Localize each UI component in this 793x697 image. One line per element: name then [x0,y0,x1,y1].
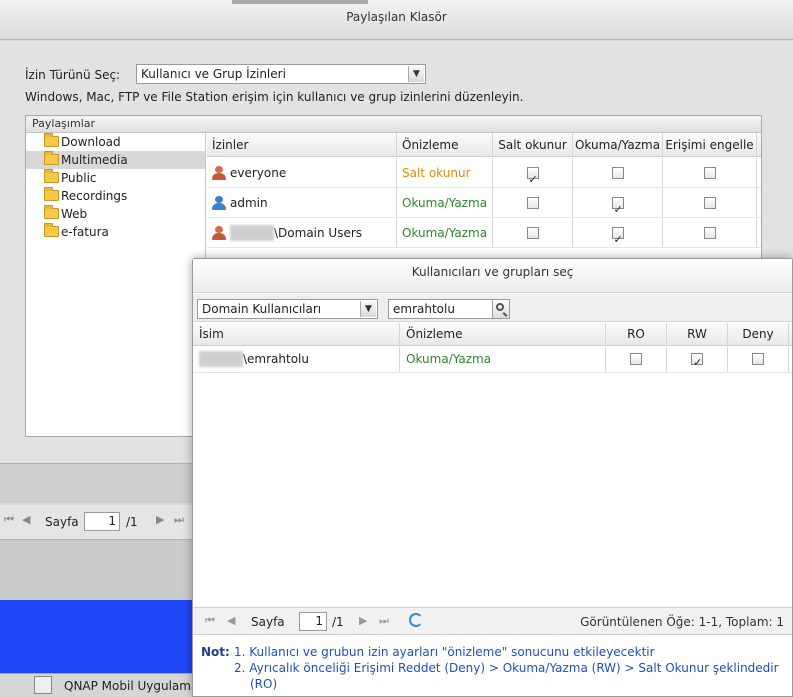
tree-item-multimedia[interactable]: Multimedia [26,151,205,169]
rw-checkbox[interactable] [611,195,624,225]
table-row[interactable]: \emrahtolu Okuma/Yazma [193,347,792,375]
modal-grid-body [193,347,792,607]
search-button[interactable] [493,299,510,319]
modal-toolbar: Domain Kullanıcıları ▼ emrahtolu [193,294,792,322]
group-icon [212,166,226,180]
deny-checkbox[interactable] [703,197,716,209]
next-page-icon[interactable]: ▶ [359,614,367,627]
app-icon [34,676,52,694]
tree-item-recordings[interactable]: Recordings [26,187,205,205]
redacted-domain [230,225,274,241]
page-input[interactable]: 1 [84,512,120,531]
last-page-icon[interactable]: ⏭ [174,513,184,527]
user-icon [212,196,226,210]
modal-pager: ⏮ ◀ Sayfa 1 /1 ▶ ⏭ Görüntülenen Öğe: 1-1… [193,607,792,635]
ro-checkbox[interactable] [630,353,642,365]
col-header-read-write[interactable]: Okuma/Yazma [573,133,663,156]
search-icon [496,303,504,311]
deny-checkbox[interactable] [703,227,716,239]
folder-icon [44,187,59,201]
page-total: /1 [332,615,344,629]
col-header-rw[interactable]: RW [667,323,728,345]
page-total: /1 [126,515,138,529]
title-tab-hint [232,0,368,4]
folder-icon [44,205,59,219]
deny-checkbox[interactable] [703,167,716,179]
taskbar-app-label: QNAP Mobil Uygulama [64,679,199,693]
col-header-permissions[interactable]: İzinler [207,133,397,156]
description-text: Windows, Mac, FTP ve File Station erişim… [25,90,524,104]
col-header-preview[interactable]: Önizleme [397,133,493,156]
row-name: everyone [230,166,287,180]
row-preview: Okuma/Yazma [397,188,493,217]
row-name: \Domain Users [274,226,363,240]
tree-item-e-fatura[interactable]: e-fatura [26,223,205,241]
ro-checkbox[interactable] [526,197,539,209]
search-input[interactable]: emrahtolu [388,299,493,319]
col-header-name[interactable]: İsim [193,323,400,345]
modal-grid-header: İsim Önizleme RO RW Deny [193,323,792,346]
domain-select-value: Domain Kullanıcıları [202,302,322,316]
rw-checkbox[interactable] [611,167,624,179]
row-name: admin [230,196,268,210]
tree-item-public[interactable]: Public [26,169,205,187]
perm-type-value: Kullanıcı ve Grup İzinleri [141,67,286,81]
rw-checkbox[interactable] [611,225,624,255]
folder-icon [44,151,59,165]
prev-page-icon[interactable]: ◀ [227,614,235,627]
table-row[interactable]: \Domain Users Okuma/Yazma [207,218,761,255]
note-line: 2. Ayrıcalık önceliği Erişimi Reddet (De… [234,661,779,675]
col-header-read-only[interactable]: Salt okunur [493,133,573,156]
note-label: Not: [201,645,230,659]
first-page-icon[interactable]: ⏮ [205,614,215,628]
chevron-down-icon[interactable]: ▼ [360,301,376,317]
dialog-title-bar: Paylaşılan Klasör [0,0,793,40]
perm-type-select[interactable]: Kullanıcı ve Grup İzinleri ▼ [136,64,426,84]
refresh-icon[interactable] [409,613,423,627]
row-preview: Okuma/Yazma [397,218,493,247]
dialog-title: Paylaşılan Klasör [346,10,447,24]
share-tree: Download Multimedia Public Recordings We… [26,133,206,436]
perm-type-label: İzin Türünü Seç: [25,68,121,82]
col-header-preview[interactable]: Önizleme [400,323,606,345]
row-name: \emrahtolu [243,352,309,366]
page-input[interactable]: 1 [299,612,327,631]
rw-checkbox[interactable] [691,351,703,375]
group-icon [212,226,226,240]
modal-title: Kullanıcıları ve grupları seç [193,259,792,293]
pager-summary: Görüntülenen Öğe: 1-1, Toplam: 1 [580,615,784,629]
folder-icon [44,133,59,147]
ro-checkbox[interactable] [526,227,539,239]
row-preview: Salt okunur [397,158,493,187]
chevron-down-icon[interactable]: ▼ [408,66,424,82]
note-line: (RO) [250,677,278,691]
taskbar-app-item[interactable]: QNAP Mobil Uygulama [0,673,200,697]
col-header-deny[interactable]: Erişimi engelle [663,133,757,156]
row-preview: Okuma/Yazma [400,347,606,372]
table-row[interactable]: admin Okuma/Yazma [207,188,761,225]
table-row[interactable]: everyone Salt okunur [207,158,761,195]
domain-select[interactable]: Domain Kullanıcıları ▼ [197,299,378,319]
page-label: Sayfa [45,515,79,529]
note-line: 1. Kullanıcı ve grubun izin ayarları "ön… [234,645,655,659]
col-header-ro[interactable]: RO [606,323,667,345]
redacted-domain [199,351,243,367]
folder-icon [44,169,59,183]
page-label: Sayfa [251,615,285,629]
ro-checkbox[interactable] [526,165,539,195]
deny-checkbox[interactable] [752,353,764,365]
first-page-icon[interactable]: ⏮ [4,513,14,527]
last-page-icon[interactable]: ⏭ [379,614,389,628]
shares-header: Paylaşımlar [26,116,761,133]
next-page-icon[interactable]: ▶ [156,513,164,526]
select-users-dialog: Kullanıcıları ve grupları seç Domain Kul… [192,258,793,697]
tree-item-web[interactable]: Web [26,205,205,223]
prev-page-icon[interactable]: ◀ [22,513,30,526]
grid-header-row: İzinler Önizleme Salt okunur Okuma/Yazma… [207,133,761,157]
tree-item-download[interactable]: Download [26,133,205,151]
col-header-deny[interactable]: Deny [728,323,789,345]
folder-icon [44,223,59,237]
